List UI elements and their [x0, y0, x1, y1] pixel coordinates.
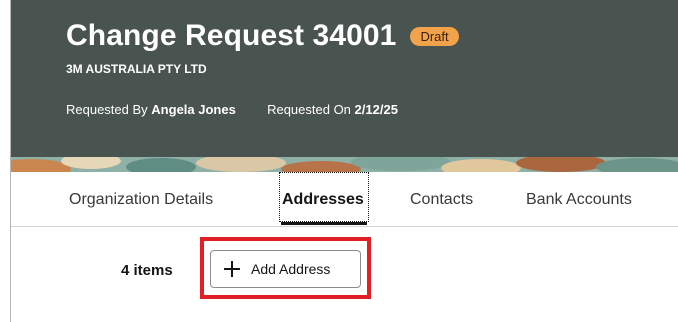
add-address-label: Add Address — [251, 261, 331, 277]
tab-contacts[interactable]: Contacts — [410, 172, 473, 226]
tab-organization-details[interactable]: Organization Details — [69, 172, 213, 226]
app-frame: Change Request 34001 Draft 3M AUSTRALIA … — [10, 0, 678, 322]
organization-name: 3M AUSTRALIA PTY LTD — [66, 62, 207, 76]
item-count: 4 items — [121, 262, 173, 279]
active-tab-indicator — [281, 222, 367, 225]
decorative-banner — [11, 157, 678, 172]
add-address-button[interactable]: Add Address — [210, 250, 361, 288]
requested-by-value: Angela Jones — [151, 102, 236, 117]
request-meta: Requested By Angela Jones Requested On 2… — [66, 102, 398, 117]
tab-focus-outline — [279, 172, 369, 222]
tab-bar: Organization Details Addresses Contacts … — [11, 172, 678, 227]
requested-on-label: Requested On — [267, 102, 351, 117]
title-row: Change Request 34001 Draft — [66, 18, 459, 54]
plus-icon — [224, 261, 240, 277]
page-title: Change Request 34001 — [66, 19, 397, 52]
page-header: Change Request 34001 Draft 3M AUSTRALIA … — [11, 0, 678, 157]
requested-by-label: Requested By — [66, 102, 148, 117]
requested-on-value: 2/12/25 — [354, 102, 398, 117]
status-badge: Draft — [410, 26, 459, 46]
tab-bank-accounts[interactable]: Bank Accounts — [526, 172, 632, 226]
